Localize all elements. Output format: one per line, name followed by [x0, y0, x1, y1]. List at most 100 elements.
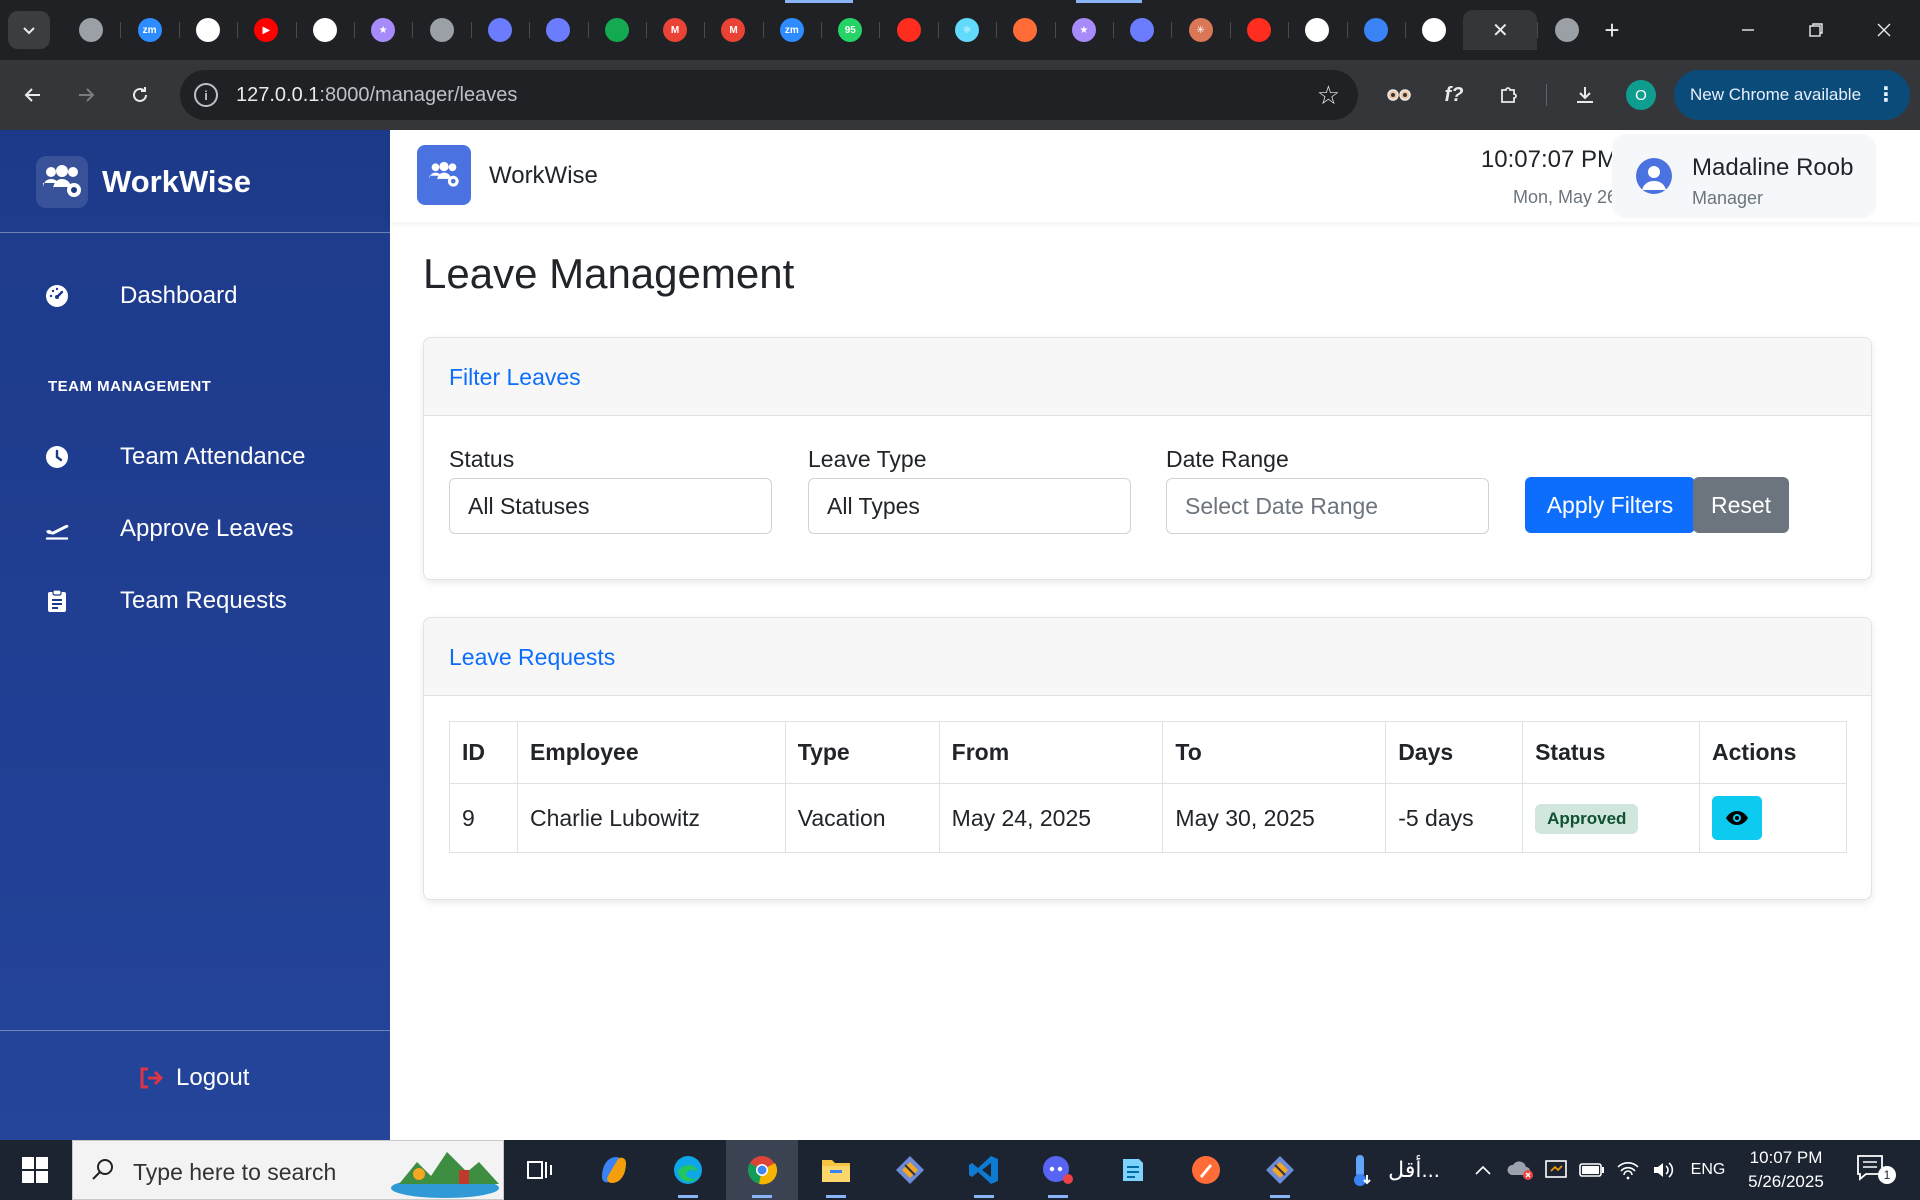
chrome-app-icon[interactable] — [726, 1140, 798, 1200]
date-range-input[interactable]: Select Date Range — [1166, 478, 1489, 534]
taskbar-clock[interactable]: 10:07 PM 5/26/2025 — [1736, 1146, 1836, 1194]
browser-tab[interactable] — [1537, 10, 1595, 50]
sidebar-item-team-attendance[interactable]: Team Attendance — [0, 428, 390, 486]
weather-text[interactable]: أقل... — [1384, 1140, 1444, 1200]
bookmark-star-icon[interactable]: ☆ — [1317, 80, 1340, 111]
onedrive-error-icon[interactable] — [1504, 1140, 1536, 1200]
discord-app-icon[interactable] — [1022, 1140, 1094, 1200]
column-header-to[interactable]: To — [1162, 721, 1387, 784]
extension-function-icon[interactable]: f? — [1437, 78, 1471, 112]
notes-app-icon[interactable] — [1096, 1140, 1168, 1200]
address-bar[interactable]: i 127.0.0.1:8000/manager/leaves ☆ — [180, 70, 1358, 120]
language-indicator[interactable]: ENG — [1686, 1140, 1730, 1200]
view-leave-button[interactable] — [1712, 796, 1763, 840]
taskbar-time: 10:07 PM — [1749, 1148, 1823, 1167]
browser-tab[interactable] — [412, 10, 470, 50]
vscode-app-icon[interactable] — [948, 1140, 1020, 1200]
browser-tab[interactable] — [470, 10, 529, 50]
file-explorer-app-icon[interactable] — [800, 1140, 872, 1200]
browser-tab[interactable]: M — [704, 10, 762, 50]
close-icon[interactable]: ✕ — [1492, 18, 1509, 43]
task-view-icon — [527, 1161, 552, 1179]
battery-icon[interactable] — [1576, 1140, 1608, 1200]
column-header-type[interactable]: Type — [784, 721, 940, 784]
minimize-button[interactable] — [1716, 0, 1780, 60]
browser-tab[interactable]: ⚛ — [937, 10, 996, 50]
postman-app-icon[interactable] — [1170, 1140, 1242, 1200]
git-tool-app-icon[interactable] — [1244, 1140, 1316, 1200]
column-header-employee[interactable]: Employee — [516, 721, 786, 784]
browser-tab[interactable]: ✳ — [1171, 10, 1229, 50]
browser-tab[interactable]: zm — [762, 10, 821, 50]
column-header-status[interactable]: Status — [1522, 721, 1701, 784]
wifi-icon[interactable] — [1612, 1140, 1644, 1200]
browser-tab[interactable] — [62, 10, 120, 50]
weather-icon[interactable] — [1340, 1140, 1380, 1200]
git-tool-app-icon[interactable] — [874, 1140, 946, 1200]
browser-tab[interactable] — [1229, 10, 1288, 50]
browser-tab[interactable]: ★ — [353, 10, 412, 50]
type-filter-select[interactable]: All Types — [808, 478, 1131, 534]
browser-tab[interactable]: 95 — [821, 10, 879, 50]
globe-icon — [429, 18, 454, 42]
browser-tab[interactable] — [1288, 10, 1346, 50]
chrome-update-button[interactable]: New Chrome available ⋮ — [1674, 70, 1910, 120]
column-header-days[interactable]: Days — [1385, 721, 1524, 784]
browser-tab-active[interactable]: ✕ — [1463, 10, 1538, 50]
status-filter-select[interactable]: All Statuses — [449, 478, 772, 534]
cell-type: Vacation — [784, 783, 940, 853]
column-header-id[interactable]: ID — [449, 721, 518, 784]
back-button[interactable] — [15, 77, 51, 113]
browser-tab[interactable]: zm — [120, 10, 178, 50]
close-window-button[interactable] — [1852, 0, 1916, 60]
windows-taskbar: Type here to search أقل... ENG 10:07 PM … — [0, 1140, 1920, 1200]
reload-button[interactable] — [122, 77, 158, 113]
copilot-app-icon[interactable] — [578, 1140, 650, 1200]
sidebar-item-team-requests[interactable]: Team Requests — [0, 572, 390, 630]
site-info-icon[interactable]: i — [194, 83, 218, 107]
restore-button[interactable] — [1784, 0, 1848, 60]
browser-tab[interactable] — [587, 10, 646, 50]
sidebar-item-label: Dashboard — [120, 282, 238, 309]
user-menu[interactable]: Madaline Roob Manager — [1612, 134, 1876, 218]
browser-tab[interactable]: M — [645, 10, 704, 50]
forward-button[interactable] — [68, 77, 104, 113]
browser-tab[interactable] — [295, 10, 354, 50]
extension-eyes-icon[interactable] — [1382, 78, 1416, 112]
browser-tab[interactable] — [996, 10, 1054, 50]
browser-tab[interactable] — [1404, 10, 1463, 50]
new-tab-button[interactable]: + — [1596, 14, 1628, 46]
sidebar-brand[interactable]: WorkWise — [0, 130, 390, 233]
notification-center-button[interactable]: 1 — [1856, 1154, 1896, 1186]
browser-tab[interactable] — [178, 10, 237, 50]
browser-tab[interactable]: ★ — [1054, 10, 1113, 50]
edge-app-icon[interactable] — [652, 1140, 724, 1200]
more-menu-icon[interactable]: ⋮ — [1876, 82, 1896, 107]
taskbar-search-box[interactable]: Type here to search — [72, 1140, 504, 1200]
browser-tab[interactable] — [1113, 10, 1171, 50]
cell-id: 9 — [449, 783, 518, 853]
sidebar-item-dashboard[interactable]: Dashboard — [0, 267, 390, 325]
column-header-from[interactable]: From — [938, 721, 1164, 784]
address-url[interactable]: 127.0.0.1:8000/manager/leaves — [236, 84, 517, 107]
logout-button[interactable]: Logout — [138, 1061, 249, 1095]
browser-tab[interactable] — [879, 10, 937, 50]
apply-filters-button[interactable]: Apply Filters — [1525, 477, 1695, 533]
reset-filters-button[interactable]: Reset — [1693, 477, 1789, 533]
downloads-icon[interactable] — [1568, 78, 1602, 112]
extensions-puzzle-icon[interactable] — [1492, 78, 1526, 112]
tray-overflow-icon[interactable] — [1470, 1140, 1496, 1200]
sidebar-item-approve-leaves[interactable]: Approve Leaves — [0, 500, 390, 558]
browser-tab[interactable]: ▶ — [237, 10, 295, 50]
volume-icon[interactable] — [1648, 1140, 1680, 1200]
puzzle-icon — [1501, 87, 1517, 103]
start-button[interactable] — [0, 1140, 70, 1200]
users-cog-icon[interactable] — [417, 145, 471, 205]
task-view-button[interactable] — [504, 1140, 576, 1200]
tab-search-button[interactable] — [8, 11, 50, 49]
browser-tab[interactable] — [1346, 10, 1405, 50]
display-icon[interactable] — [1540, 1140, 1572, 1200]
sidebar-brand-name: WorkWise — [102, 164, 252, 199]
browser-tab[interactable] — [529, 10, 587, 50]
profile-avatar[interactable]: O — [1626, 80, 1656, 110]
